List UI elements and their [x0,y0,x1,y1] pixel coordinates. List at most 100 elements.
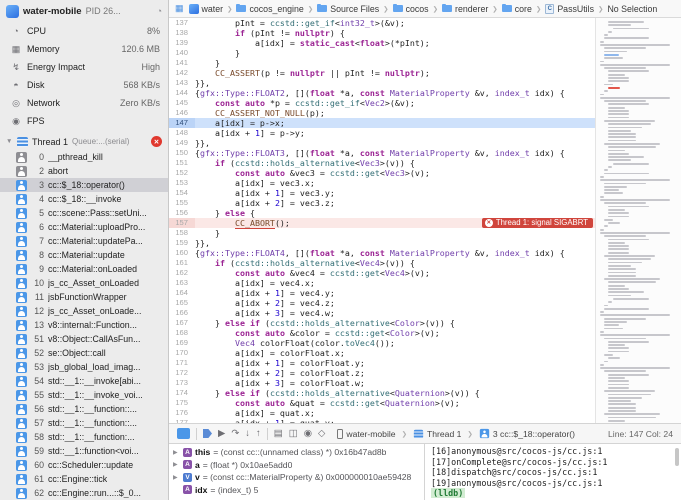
jump-bar-item[interactable]: No Selection [607,4,657,14]
line-number[interactable]: 153 [169,178,195,188]
line-number[interactable]: 164 [169,288,195,298]
stack-frame[interactable]: 13 v8::internal::Function... [0,318,168,332]
line-number[interactable]: 157 [169,218,195,228]
code-line[interactable]: 155 a[idx + 2] = vec3.z; [169,198,595,208]
stack-frame[interactable]: 8 cc::Material::update [0,248,168,262]
disclosure-triangle-icon[interactable]: ▶ [173,461,180,468]
code-line[interactable]: 172 a[idx + 2] = colorFloat.z; [169,368,595,378]
line-number[interactable]: 147 [169,118,195,128]
variable-row[interactable]: ▶ Athis = (const cc::(unnamed class) *) 0… [173,446,420,459]
variable-row[interactable]: Aidx = (index_t) 5 [173,484,420,497]
location-icon[interactable]: ◇ [318,429,325,439]
stack-frame[interactable]: 3 cc::$_18::operator() [0,178,168,192]
jump-bar-item[interactable]: renderer [442,3,488,14]
code-line[interactable]: 162 const auto &vec4 = ccstd::get<Vec4>(… [169,268,595,278]
code-line[interactable]: 148 a[idx + 1] = p->y; [169,128,595,138]
code-line[interactable]: 144 {gfx::Type::FLOAT2, [](float *a, cons… [169,88,595,98]
stack-frame[interactable]: 53 jsb_global_load_imag... [0,360,168,374]
line-number[interactable]: 138 [169,28,195,38]
line-number[interactable]: 139 [169,38,195,48]
line-number[interactable]: 145 [169,98,195,108]
gauge-fps[interactable]: ◉ FPS [0,112,168,130]
memory-graph-icon[interactable]: ◫ [289,429,298,439]
minimap[interactable] [595,18,681,423]
code-line[interactable]: 174 } else if (ccstd::holds_alternative<… [169,388,595,398]
jump-bar-item[interactable]: cocos_engine [236,3,304,14]
variable-row[interactable]: ▶ Aa = (float *) 0x10ae5add0 [173,459,420,472]
thread-row[interactable]: ▼ Thread 1 Queue:...(serial) ✕ [0,133,168,150]
console-scrollbar[interactable] [675,448,679,466]
code-line[interactable]: 150 {gfx::Type::FLOAT3, [](float *a, cons… [169,148,595,158]
stack-frame[interactable]: 10 js_cc_Asset_onLoaded [0,276,168,290]
stack-frame[interactable]: 51 v8::Object::CallAsFun... [0,332,168,346]
variables-view[interactable]: ▶ Athis = (const cc::(unnamed class) *) 0… [169,444,425,500]
line-number[interactable]: 161 [169,258,195,268]
line-number[interactable]: 159 [169,238,195,248]
line-number[interactable]: 141 [169,58,195,68]
toggle-debug-area-icon[interactable] [177,428,190,439]
related-items-icon[interactable]: ▦ [175,3,184,14]
code-line[interactable]: 163 a[idx] = vec4.x; [169,278,595,288]
stack-frame[interactable]: 55 std::__1::__invoke_voi... [0,388,168,402]
line-number[interactable]: 175 [169,398,195,408]
line-number[interactable]: 142 [169,68,195,78]
code-line[interactable]: 176 a[idx] = quat.x; [169,408,595,418]
jump-bar-item[interactable]: water [188,3,223,14]
code-line[interactable]: 156 } else { [169,208,595,218]
line-number[interactable]: 149 [169,138,195,148]
line-number[interactable]: 137 [169,18,195,28]
code-line[interactable]: 151 if (ccstd::holds_alternative<Vec3>(v… [169,158,595,168]
stack-frame[interactable]: 52 se::Object::call [0,346,168,360]
line-number[interactable]: 143 [169,78,195,88]
process-row[interactable]: water-mobile PID 26... ◔ [0,0,168,22]
debug-crumb[interactable]: water-mobile [337,428,396,439]
line-number[interactable]: 158 [169,228,195,238]
code-line[interactable]: 164 a[idx + 1] = vec4.y; [169,288,595,298]
code-line[interactable]: 146 CC_ASSERT_NOT_NULL(p); [169,108,595,118]
jump-bar-item[interactable]: Source Files [317,3,379,14]
line-number[interactable]: 155 [169,198,195,208]
line-number[interactable]: 172 [169,368,195,378]
gauge-energy[interactable]: ↯ Energy Impact High [0,58,168,76]
line-number[interactable]: 160 [169,248,195,258]
code-line[interactable]: 154 a[idx + 1] = vec3.y; [169,188,595,198]
code-line[interactable]: 171 a[idx + 1] = colorFloat.y; [169,358,595,368]
stack-frame[interactable]: 11 jsbFunctionWrapper [0,290,168,304]
line-number[interactable]: 173 [169,378,195,388]
stack-frame[interactable]: 2 abort [0,164,168,178]
line-number[interactable]: 154 [169,188,195,198]
code-line[interactable]: 165 a[idx + 2] = vec4.z; [169,298,595,308]
code-line[interactable]: 140 } [169,48,595,58]
jump-bar-item[interactable]: cocos [392,3,429,14]
code-line[interactable]: 173 a[idx + 3] = colorFloat.w; [169,378,595,388]
continue-icon[interactable]: ▶ [218,429,225,439]
stack-frame[interactable]: 61 cc::Engine::tick [0,472,168,486]
line-number[interactable]: 156 [169,208,195,218]
stack-frame[interactable]: 4 cc::$_18::__invoke [0,192,168,206]
code-line[interactable]: 175 const auto &quat = ccstd::get<Quater… [169,398,595,408]
line-number[interactable]: 174 [169,388,195,398]
code-line[interactable]: 157 CC_ABORT(); ✕ Thread 1: signal SIGABRT [169,218,595,229]
line-number[interactable]: 167 [169,318,195,328]
code-line[interactable]: 149}}, [169,138,595,148]
line-number[interactable]: 148 [169,128,195,138]
code-line[interactable]: 166 a[idx + 3] = vec4.w; [169,308,595,318]
code-line[interactable]: 141 } [169,58,595,68]
code-line[interactable]: 159}}, [169,238,595,248]
stack-frame[interactable]: 62 cc::Engine::run...::$_0... [0,486,168,500]
line-number[interactable]: 170 [169,348,195,358]
disclosure-triangle-icon[interactable]: ▼ [6,138,13,145]
line-number[interactable]: 162 [169,268,195,278]
disclosure-triangle-icon[interactable]: ▶ [173,449,180,456]
line-number[interactable]: 140 [169,48,195,58]
code-line[interactable]: 139 a[idx] = static_cast<float>(*pInt); [169,38,595,48]
stack-frame[interactable]: 59 std::__1::function<voi... [0,444,168,458]
line-number[interactable]: 169 [169,338,195,348]
stack-frame[interactable]: 7 cc::Material::updatePa... [0,234,168,248]
code-line[interactable]: 152 const auto &vec3 = ccstd::get<Vec3>(… [169,168,595,178]
jump-bar-item[interactable]: core [501,3,532,14]
error-annotation[interactable]: ✕ Thread 1: signal SIGABRT [481,218,593,228]
step-over-icon[interactable]: ↷ [231,429,239,439]
line-number[interactable]: 163 [169,278,195,288]
code-line[interactable]: 147 a[idx] = p->x; [169,118,595,128]
